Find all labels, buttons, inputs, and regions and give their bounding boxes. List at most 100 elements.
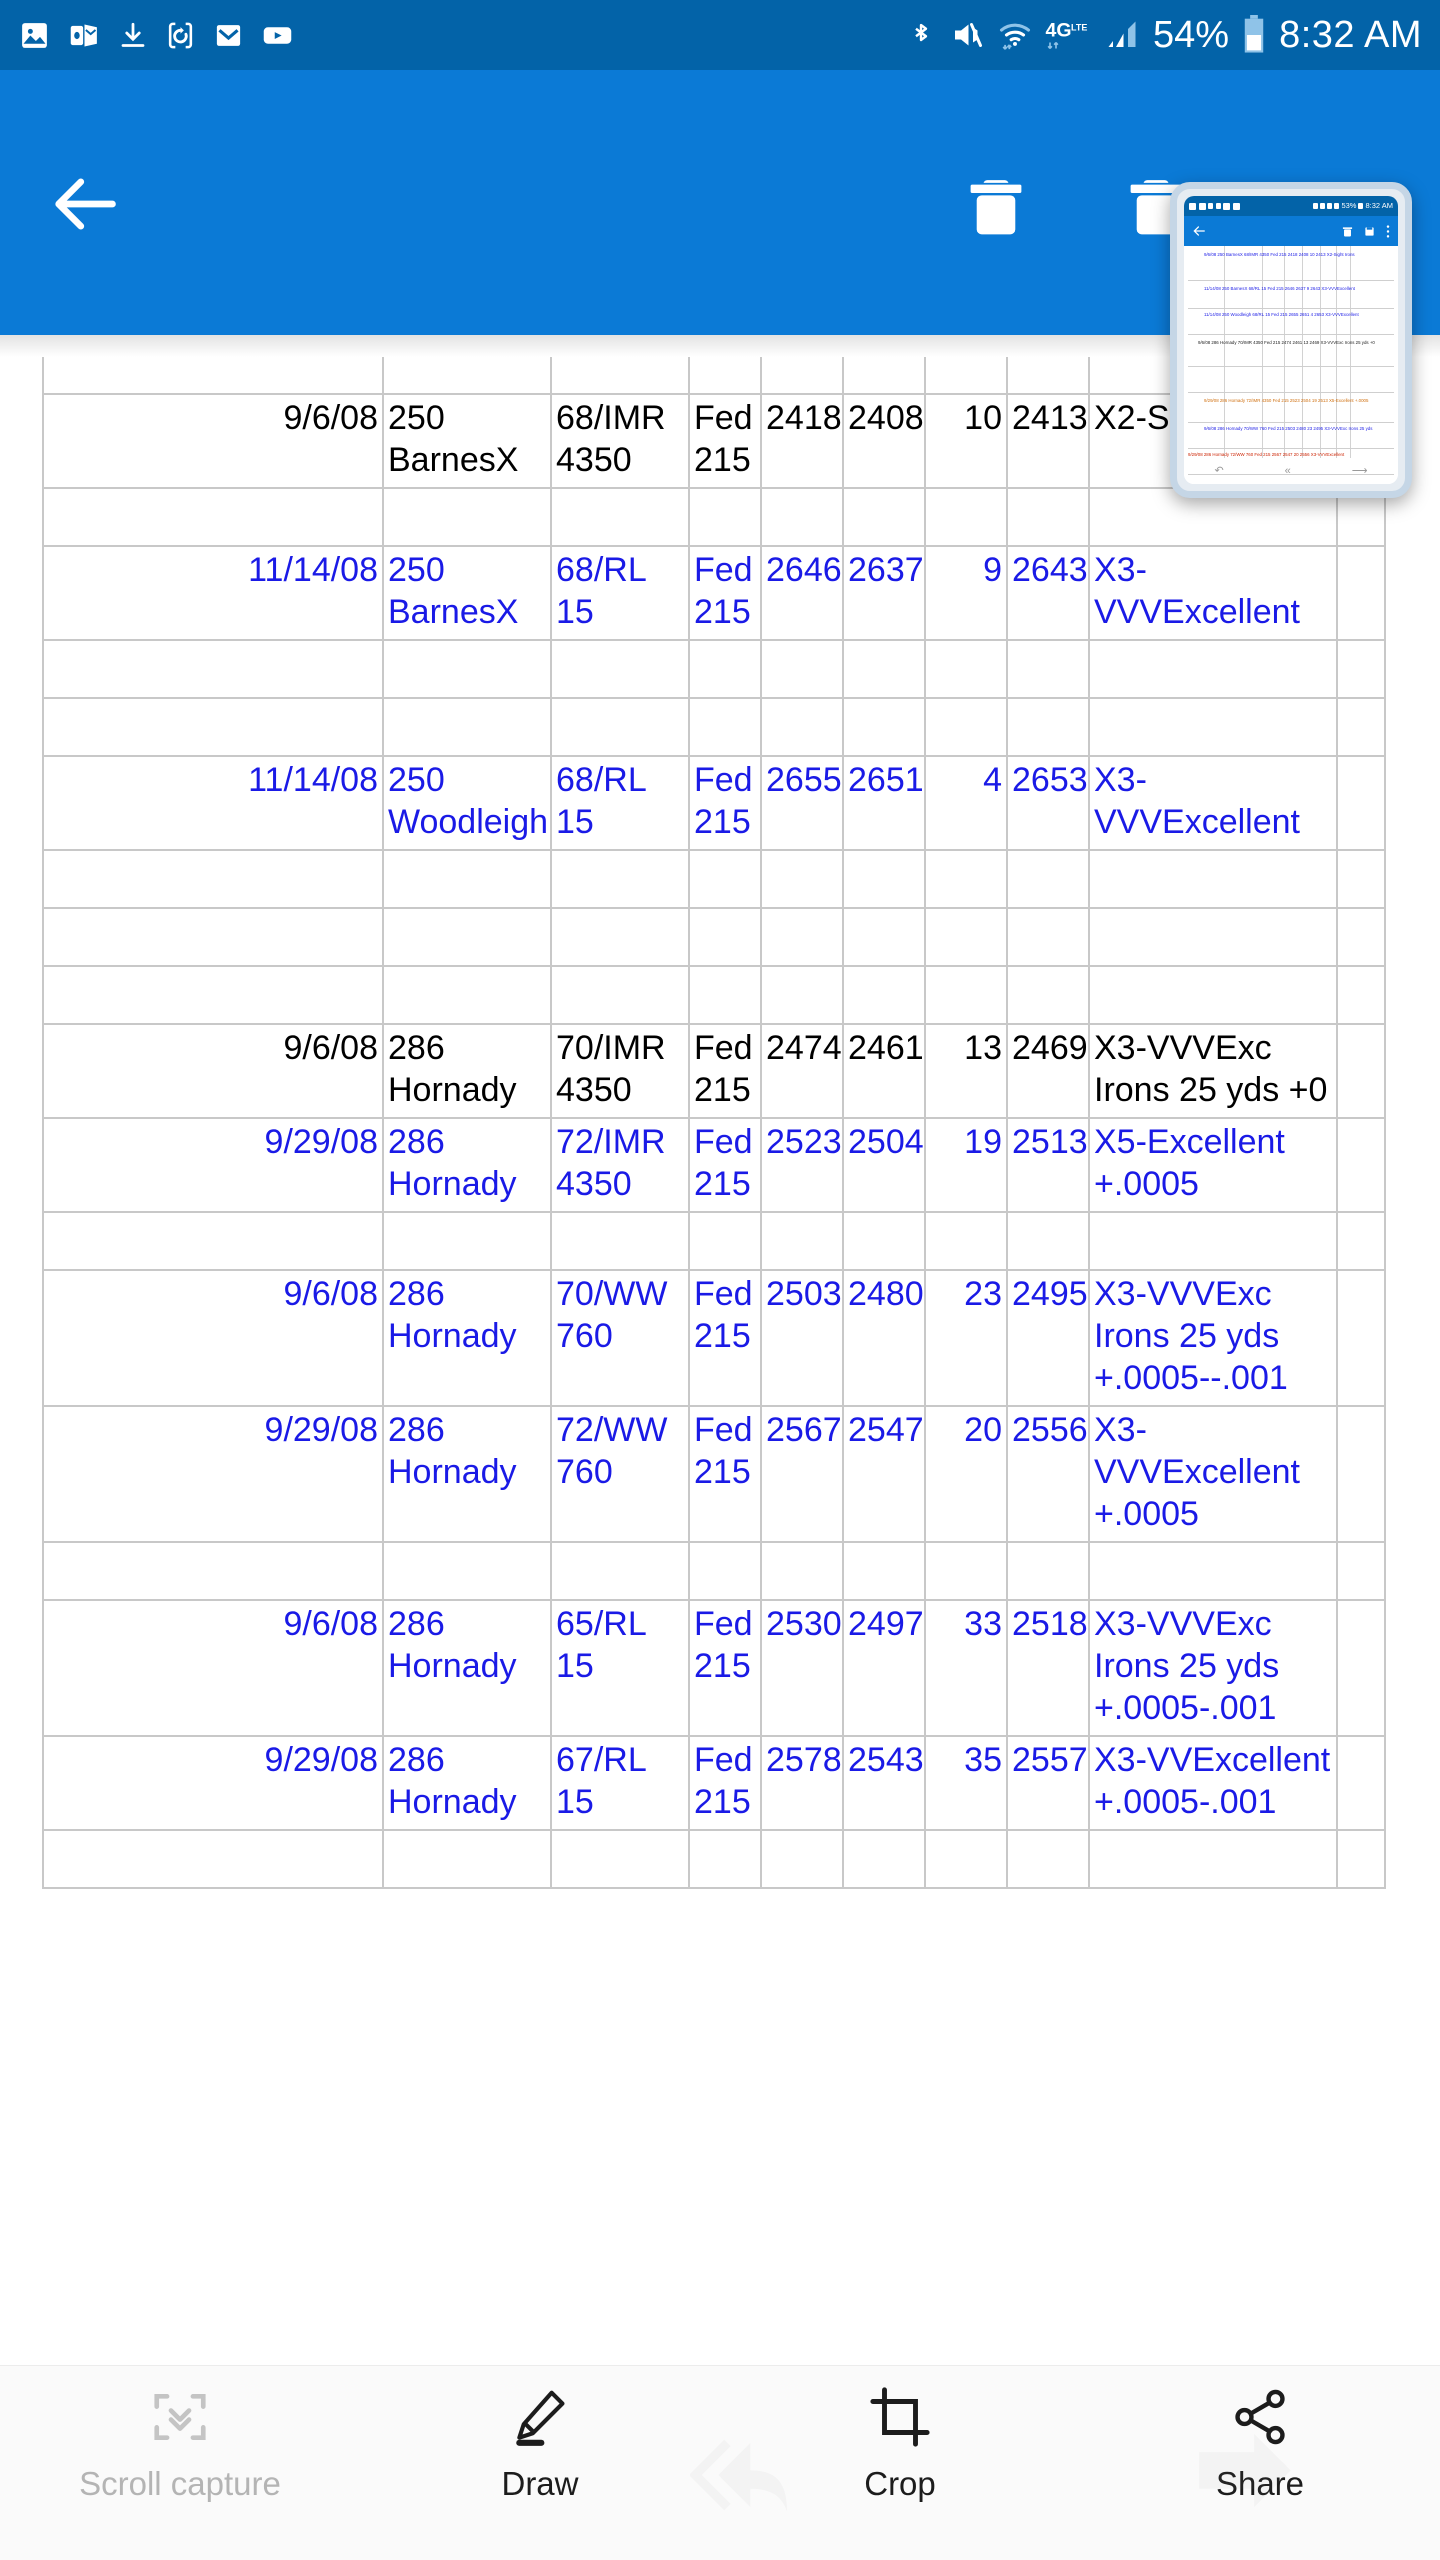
cell-average: 2469: [1006, 1023, 1090, 1119]
thumbnail-nav-row: ↶ « ⟶: [1184, 458, 1398, 484]
screenshot-content-area[interactable]: 9/6/08 250 BarnesX 68/IMR 4350 Fed 215 2418 2…: [0, 335, 1440, 2365]
cell-bullet: 286 Hornady: [382, 1735, 552, 1831]
cell-average: [1006, 1211, 1090, 1271]
table-row: 9/29/08 286 Hornady 72/IMR 4350 Fed 215 2523…: [42, 1117, 1386, 1213]
cell-average: 2643: [1006, 545, 1090, 641]
battery-icon: [1244, 15, 1264, 53]
cell-velocity-2: 2461: [842, 1023, 926, 1119]
cell-extreme-spread: [924, 487, 1008, 547]
cell-note: [1088, 849, 1338, 909]
cell-primer: Fed 215: [688, 1405, 762, 1543]
cell-powder: [550, 1541, 690, 1601]
draw-label: Draw: [501, 2465, 579, 2502]
cell-bullet: 286 Hornady: [382, 1599, 552, 1737]
load-data-table: 9/6/08 250 BarnesX 68/IMR 4350 Fed 215 2418 2…: [42, 335, 1386, 1889]
signal-icon: [1108, 21, 1136, 47]
cell-powder: [550, 1829, 690, 1889]
cell-note: [1088, 965, 1338, 1025]
thumbnail-download-icon: [1208, 202, 1213, 209]
cell-average: [1006, 639, 1090, 699]
cell-date: [42, 849, 384, 909]
cell-trailing: [1336, 1269, 1386, 1407]
cell-velocity-1: [760, 639, 844, 699]
cell-note: X3-VVVExc Irons 25 yds +.0005--.001: [1088, 1269, 1338, 1407]
cell-date: 9/6/08: [42, 1023, 384, 1119]
cell-velocity-2: [842, 907, 926, 967]
thumbnail-row-text: 9/6/08 286 Hornady 70/IMR 4350 Fed 215 2…: [1198, 340, 1375, 345]
draw-button[interactable]: Draw: [425, 2384, 655, 2504]
cell-average: 2513: [1006, 1117, 1090, 1213]
wifi-icon: [999, 23, 1031, 50]
cell-extreme-spread: 23: [924, 1269, 1008, 1407]
spreadsheet: 9/6/08 250 BarnesX 68/IMR 4350 Fed 215 2418 2…: [42, 335, 1386, 1889]
table-row: [42, 849, 1386, 909]
scroll-capture-icon: [149, 2384, 211, 2450]
table-row: 11/14/08 250 Woodleigh 68/RL 15 Fed 215 2655…: [42, 755, 1386, 851]
cell-primer: Fed 215: [688, 545, 762, 641]
cell-primer: Fed 215: [688, 393, 762, 489]
cell-note: [1088, 1829, 1338, 1889]
table-row: 9/6/08 286 Hornady 70/IMR 4350 Fed 215 2474 2…: [42, 1023, 1386, 1119]
cell-velocity-2: [842, 849, 926, 909]
cell-note: X3-VVVExcellent: [1088, 545, 1338, 641]
cell-velocity-2: 2651: [842, 755, 926, 851]
cell-powder: 65/RL 15: [550, 1599, 690, 1737]
table-row: 11/14/08 250 BarnesX 68/RL 15 Fed 215 2646 26…: [42, 545, 1386, 641]
table-row: [42, 907, 1386, 967]
table-row: [42, 1211, 1386, 1271]
cell-velocity-1: [760, 1829, 844, 1889]
thumbnail-status-bar: 53% 8:32 AM: [1184, 196, 1398, 216]
cell-average: 2413: [1006, 393, 1090, 489]
cell-extreme-spread: [924, 639, 1008, 699]
cell-note: X3-VVVExcellent +.0005: [1088, 1405, 1338, 1543]
cell-powder: 67/RL 15: [550, 1735, 690, 1831]
status-bar-notification-icons: [18, 19, 294, 52]
mail-icon: [216, 24, 241, 46]
sync-icon: [168, 22, 193, 48]
screenshot-thumbnail-preview[interactable]: 53% 8:32 AM 9/6/08 250 BarnesX 68/IMR 43…: [1170, 182, 1412, 498]
cell-date: 9/6/08: [42, 393, 384, 489]
cell-velocity-1: [760, 965, 844, 1025]
scroll-capture-button[interactable]: Scroll capture: [65, 2384, 295, 2504]
cell-primer: [688, 1541, 762, 1601]
cell-extreme-spread: 33: [924, 1599, 1008, 1737]
cell-extreme-spread: [924, 697, 1008, 757]
scroll-capture-label: Scroll capture: [79, 2465, 281, 2502]
thumbnail-gallery-icon: [1189, 202, 1196, 210]
thumbnail-row-text: 11/14/08 250 Woodleigh 68/RL 15 Fed 215 …: [1204, 312, 1359, 317]
cell-bullet: [382, 849, 552, 909]
cell-date: 9/29/08: [42, 1405, 384, 1543]
battery-percent-label: 54%: [1153, 14, 1230, 56]
cell-velocity-1: 2655: [760, 755, 844, 851]
delete-icon[interactable]: [965, 174, 1027, 240]
cell-velocity-2: [842, 487, 926, 547]
cell-extreme-spread: 10: [924, 393, 1008, 489]
system-back-glyph-icon: [690, 2439, 788, 2512]
thumbnail-save-icon: [1365, 226, 1374, 236]
cell-velocity-1: 2530: [760, 1599, 844, 1737]
cell-velocity-2: [842, 1211, 926, 1271]
thumbnail-row-text: 11/14/08 250 BarnesX 68/RL 15 Fed 215 26…: [1204, 286, 1355, 291]
cell-date: [42, 1541, 384, 1601]
cell-bullet: 286 Hornady: [382, 1269, 552, 1407]
cell-average: 2495: [1006, 1269, 1090, 1407]
cell-primer: Fed 215: [688, 1117, 762, 1213]
cell-date: 11/14/08: [42, 755, 384, 851]
cell-velocity-1: [760, 487, 844, 547]
table-row: [42, 1829, 1386, 1889]
cell-extreme-spread: 4: [924, 755, 1008, 851]
cell-average: [1006, 1829, 1090, 1889]
status-bar: 4G LTE 54% 8:32 AM: [0, 0, 1440, 70]
back-arrow-icon[interactable]: [46, 166, 122, 242]
cell-trailing: [1336, 755, 1386, 851]
cell-note: [1088, 907, 1338, 967]
thumbnail-row-text: 9/29/08 286 Hornady 72/WW 760 Fed 215 25…: [1188, 452, 1345, 457]
download-icon: [121, 22, 145, 47]
cell-velocity-1: [760, 1541, 844, 1601]
cell-velocity-1: 2646: [760, 545, 844, 641]
cell-trailing: [1336, 639, 1386, 699]
cell-average: 2653: [1006, 755, 1090, 851]
thumbnail-row-text: 9/6/08 286 Hornady 70/WW 760 Fed 215 250…: [1204, 426, 1373, 431]
thumbnail-clock-label: 8:32 AM: [1365, 201, 1393, 211]
crop-label: Crop: [864, 2465, 936, 2502]
